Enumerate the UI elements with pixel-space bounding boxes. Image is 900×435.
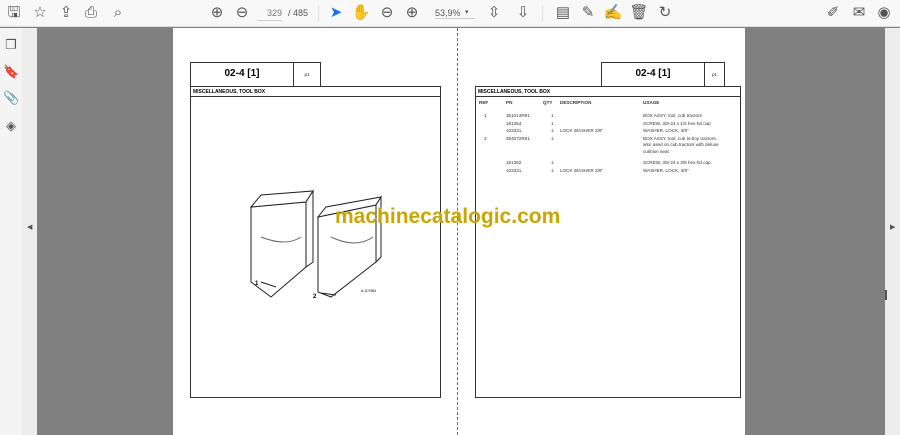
cell-usage: BOX ASSY, tool, cub tractors <box>643 113 702 118</box>
chevron-right-icon[interactable]: ▶ <box>890 223 895 231</box>
cell-usage: WASHER, LOCK, 3/8" <box>643 128 689 133</box>
layers-icon[interactable]: ◈ <box>3 118 19 134</box>
table-row: 1 351014R91 1 BOX ASSY, tool, cub tractors <box>476 113 740 119</box>
upload-icon[interactable]: ⇪ <box>56 4 76 22</box>
highlight-icon[interactable]: ✎ <box>578 4 598 22</box>
email-icon[interactable]: ✉ <box>849 4 869 22</box>
cell-usage: BOX ASSY, tool, cub lo-boy tractors, <box>643 135 717 141</box>
page-up-icon[interactable]: ⊕ <box>207 4 227 22</box>
table-row: 103321 1 LOCK WASHER 3/8" WASHER, LOCK, 3/8… <box>476 128 740 134</box>
left-panel-toggle[interactable]: ◀ <box>22 28 37 435</box>
scroll-mode-icon[interactable]: ⇩ <box>513 4 533 22</box>
zoom-out-icon[interactable]: ⊖ <box>377 4 397 22</box>
cell-usage: WASHER, LOCK, 3/8" <box>643 167 689 173</box>
fit-page-icon[interactable]: ⇳ <box>484 4 504 22</box>
zoom-select[interactable]: 53,9% <box>435 8 475 19</box>
table-row: 181354 1 SCREW, 3/8-24 x 1/2 hex-hd cap <box>476 121 740 127</box>
cell-desc: LOCK WASHER 3/8" <box>560 128 604 133</box>
table-row: 103321 1 LOCK WASHER 3/8" WASHER, LOCK, 3/8… <box>476 168 740 174</box>
cell-qty: 1 <box>551 135 554 141</box>
tool-box-illustration: 1 2 A-107963 <box>249 189 383 300</box>
col-usage: USAGE <box>643 100 660 105</box>
page-ref: p1 <box>293 62 321 87</box>
pages-icon[interactable]: ❐ <box>3 37 19 53</box>
cell-pn: 181352 <box>506 160 522 165</box>
save-icon[interactable]: 🖫 <box>4 4 24 22</box>
cell-qty: 1 <box>551 113 554 118</box>
page-title: 02-4 [1] <box>601 62 705 87</box>
chevron-down-icon[interactable]: ▾ <box>465 8 469 16</box>
page-down-icon[interactable]: ⊖ <box>232 4 252 22</box>
attachment-icon[interactable]: 📎 <box>3 90 19 106</box>
cell-pn: 103321 <box>506 128 522 133</box>
table-row: 181352 1 SCREW, 3/8-24 x 3/8 hex-hd cap <box>476 160 740 166</box>
left-page: 02-4 [1] p1 MISCELLANEOUS, TOOL BOX 1 2 … <box>173 28 458 435</box>
cell-qty: 1 <box>551 120 554 126</box>
cell-qty: 1 <box>551 167 554 173</box>
print-icon[interactable]: ⎙ <box>81 4 101 22</box>
account-icon[interactable]: ◉ <box>874 4 894 22</box>
page-number-input[interactable] <box>258 6 282 21</box>
total-pages: / 485 <box>288 8 309 18</box>
cell-desc: LOCK WASHER 3/8" <box>560 167 604 173</box>
hand-icon[interactable]: ✋ <box>351 4 371 22</box>
sidebar: ❐ 🔖 📎 ◈ <box>0 28 22 435</box>
cell-ref: 1 <box>484 113 487 118</box>
cell-usage: SCREW, 3/8-24 x 1/2 hex-hd cap <box>643 120 711 126</box>
page-title: 02-4 [1] <box>190 62 294 87</box>
bookmark-icon[interactable]: 🔖 <box>3 64 19 80</box>
cell-ref: 2 <box>484 135 487 141</box>
col-description: DESCRIPTION <box>560 100 592 105</box>
cell-usage: SCREW, 3/8-24 x 3/8 hex-hd cap <box>643 160 711 165</box>
star-icon[interactable]: ☆ <box>30 4 50 22</box>
col-ref: REF <box>479 100 489 105</box>
col-pn: PN <box>506 100 513 105</box>
chevron-left-icon[interactable]: ◀ <box>27 223 32 231</box>
right-panel-toggle[interactable]: ▶ <box>885 28 900 435</box>
col-qty: QTY <box>543 100 553 105</box>
figure-code: A-107963 <box>361 289 376 293</box>
toolbar: 🖫 ☆ ⇪ ⎙ ⌕ ⊕ ⊖ / 485 ➤ ✋ ⊖ ⊕ 53,9% ▾ ⇳ ⇩ … <box>0 0 900 27</box>
cell-pn: 364072R91 <box>506 135 530 141</box>
parts-table: REF PN QTY DESCRIPTION USAGE 1 351014R91 1… <box>475 96 741 398</box>
cell-qty: 1 <box>551 160 554 165</box>
cell-usage: cushion seat <box>643 148 669 154</box>
comment-icon[interactable]: ▤ <box>553 4 573 22</box>
rotate-icon[interactable]: ↻ <box>655 4 675 22</box>
cell-pn: 351014R91 <box>506 113 530 118</box>
zoom-in-icon[interactable]: ⊕ <box>402 4 422 22</box>
figure-box: 1 2 A-107963 <box>190 96 441 398</box>
cell-qty: 1 <box>551 128 554 133</box>
table-row: 2 364072R91 1 BOX ASSY, tool, cub lo-boy tr… <box>476 135 740 154</box>
sign-icon[interactable]: ✍ <box>603 4 623 22</box>
right-page: 02-4 [1] p1 MISCELLANEOUS, TOOL BOX REF … <box>458 28 745 435</box>
cell-pn: 103321 <box>506 167 522 173</box>
search-icon[interactable]: ⌕ <box>108 4 128 22</box>
table-header: REF PN QTY DESCRIPTION USAGE <box>476 100 740 106</box>
watermark: machinecatalogic.com <box>335 205 561 228</box>
share-icon[interactable]: ✐ <box>823 4 843 22</box>
page-ref: p1 <box>704 62 725 87</box>
select-cursor-icon[interactable]: ➤ <box>326 4 346 22</box>
delete-icon[interactable]: 🗑 <box>629 4 649 22</box>
scrollbar-thumb[interactable] <box>885 290 887 300</box>
cell-usage: also used on cub tractors with deluxe <box>643 142 719 147</box>
callout-2: 2 <box>313 294 317 300</box>
cell-pn: 181354 <box>506 120 522 126</box>
